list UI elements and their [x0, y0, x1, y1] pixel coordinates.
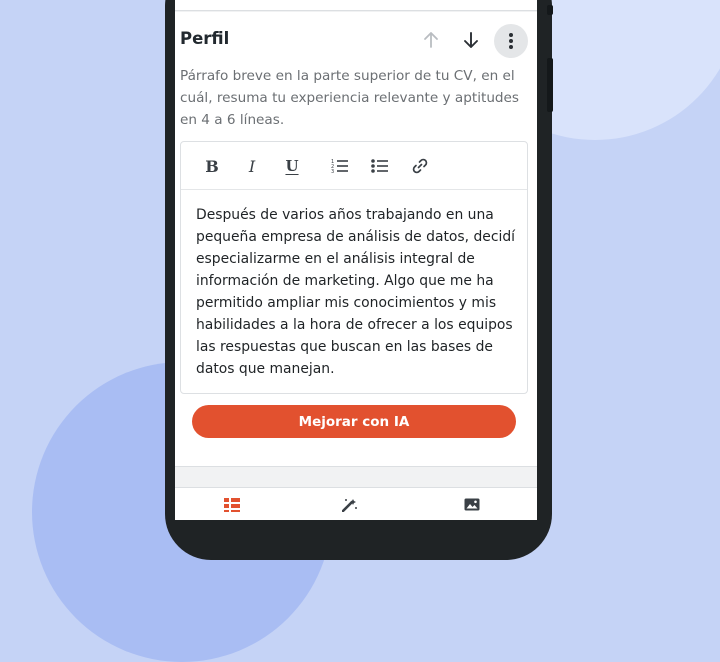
more-options-button[interactable] [494, 24, 528, 58]
bullet-list-icon [371, 159, 388, 173]
section-title: Perfil [180, 29, 230, 48]
link-icon [412, 158, 428, 174]
move-up-button[interactable] [419, 28, 443, 52]
move-down-button[interactable] [459, 28, 483, 52]
image-icon [464, 498, 480, 511]
ordered-list-icon: 1 2 3 [331, 159, 348, 174]
arrow-down-icon [464, 32, 478, 48]
rich-text-editor: B I U 1 2 3 Después de varios años traba… [180, 141, 528, 394]
improve-with-ai-button[interactable]: Mejorar con IA [192, 405, 516, 438]
previous-card-edge [175, 0, 537, 11]
link-button[interactable] [409, 155, 431, 177]
editor-content[interactable]: Después de varios años trabajando en una… [196, 204, 518, 380]
bottom-navigation [175, 487, 537, 520]
nav-photo-tab[interactable] [463, 498, 481, 516]
more-vertical-icon [509, 33, 513, 49]
ordered-list-button[interactable]: 1 2 3 [329, 155, 351, 177]
underline-button[interactable]: U [281, 155, 303, 177]
arrow-up-icon [424, 32, 438, 48]
phone-side-button [547, 5, 553, 15]
profile-section-card: Perfil Párrafo breve en la parte superio… [175, 12, 537, 467]
nav-design-tab[interactable] [341, 498, 359, 516]
sections-icon [224, 498, 240, 512]
phone-volume-button [547, 58, 553, 112]
nav-sections-tab[interactable] [223, 498, 241, 516]
bullet-list-button[interactable] [369, 155, 391, 177]
section-description: Párrafo breve en la parte superior de tu… [180, 68, 520, 128]
italic-button[interactable]: I [241, 155, 263, 177]
bold-button[interactable]: B [201, 155, 223, 177]
design-icon [342, 499, 357, 512]
editor-toolbar: B I U 1 2 3 [181, 142, 527, 190]
phone-screen: Perfil Párrafo breve en la parte superio… [175, 0, 537, 520]
svg-text:3: 3 [331, 169, 334, 174]
